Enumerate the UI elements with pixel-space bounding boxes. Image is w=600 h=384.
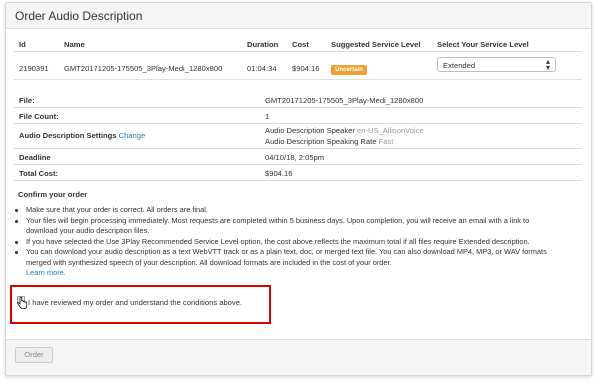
list-item-continuation: merged with synthesized speech of your d…	[26, 257, 392, 267]
file-count-label: File Count:	[19, 112, 59, 121]
file-label: File:	[19, 96, 35, 105]
table-header-divider	[14, 51, 582, 52]
file-count-value: 1	[265, 112, 270, 121]
column-header-suggested-level: Suggested Service Level	[331, 40, 421, 49]
file-value: GMT20171205-175505_3Play-Medi_1280x800	[265, 96, 424, 105]
list-item-continuation: Learn more.	[26, 268, 581, 279]
summary-divider-3	[14, 148, 582, 149]
highlight-box	[10, 285, 271, 324]
panel-header: Order Audio Description	[6, 3, 591, 29]
column-header-select-level: Select Your Service Level	[437, 40, 529, 49]
speaker-label: Audio Description Speaker	[265, 126, 355, 135]
table-bottom-divider	[14, 79, 582, 80]
row-id: 2190391	[19, 64, 49, 73]
service-level-select[interactable]: Extended ▴ ▾	[437, 57, 556, 72]
ad-settings-label: Audio Description Settings	[19, 131, 117, 140]
confirm-bullet-list: Make sure that your order is correct. Al…	[15, 205, 581, 279]
rate-line: Audio Description Speaking Rate Fast	[265, 137, 393, 146]
summary-divider-5	[14, 180, 582, 181]
uncertain-badge: Uncertain	[331, 65, 367, 75]
panel-footer: Order	[6, 339, 591, 375]
list-item: You can download your audio description …	[15, 247, 581, 258]
hand-cursor-icon	[17, 297, 28, 309]
ad-settings-row: Audio Description Settings Change	[19, 131, 145, 140]
row-cost: $904.16	[292, 64, 320, 73]
panel-title: Order Audio Description	[15, 9, 143, 23]
speaker-value: en-US_AllisonVoice	[357, 126, 424, 135]
rate-value: Fast	[378, 137, 394, 146]
list-item-continuation: download your audio description files.	[26, 226, 150, 235]
change-settings-link[interactable]: Change	[119, 131, 146, 140]
column-header-duration: Duration	[247, 40, 279, 49]
summary-divider-1	[14, 107, 582, 108]
total-cost-value: $904.16	[265, 169, 293, 178]
summary-divider-2	[14, 123, 582, 124]
list-item: If you have selected the Use 3Play Recom…	[15, 237, 581, 248]
select-arrows-icon: ▴ ▾	[545, 57, 550, 72]
list-item: Your files will begin processing immedia…	[15, 216, 581, 227]
rate-label: Audio Description Speaking Rate	[265, 137, 377, 146]
summary-divider-4	[14, 164, 582, 165]
learn-more-link[interactable]: Learn more.	[26, 268, 66, 277]
deadline-label: Deadline	[19, 153, 51, 162]
speaker-line: Audio Description Speaker en-US_AllisonV…	[265, 126, 424, 135]
order-button[interactable]: Order	[15, 347, 53, 363]
column-header-name: Name	[64, 40, 85, 49]
column-header-cost: Cost	[292, 40, 309, 49]
deadline-value: 04/10/18, 2:05pm	[265, 153, 325, 162]
column-header-id: Id	[19, 40, 26, 49]
service-level-value: Extended	[443, 61, 476, 70]
confirm-heading: Confirm your order	[18, 190, 88, 199]
row-name: GMT20171205-175505_3Play-Medi_1280x800	[64, 64, 223, 73]
row-duration: 01:04:34	[247, 64, 277, 73]
total-cost-label: Total Cost:	[19, 169, 59, 178]
list-item: Make sure that your order is correct. Al…	[15, 205, 581, 216]
